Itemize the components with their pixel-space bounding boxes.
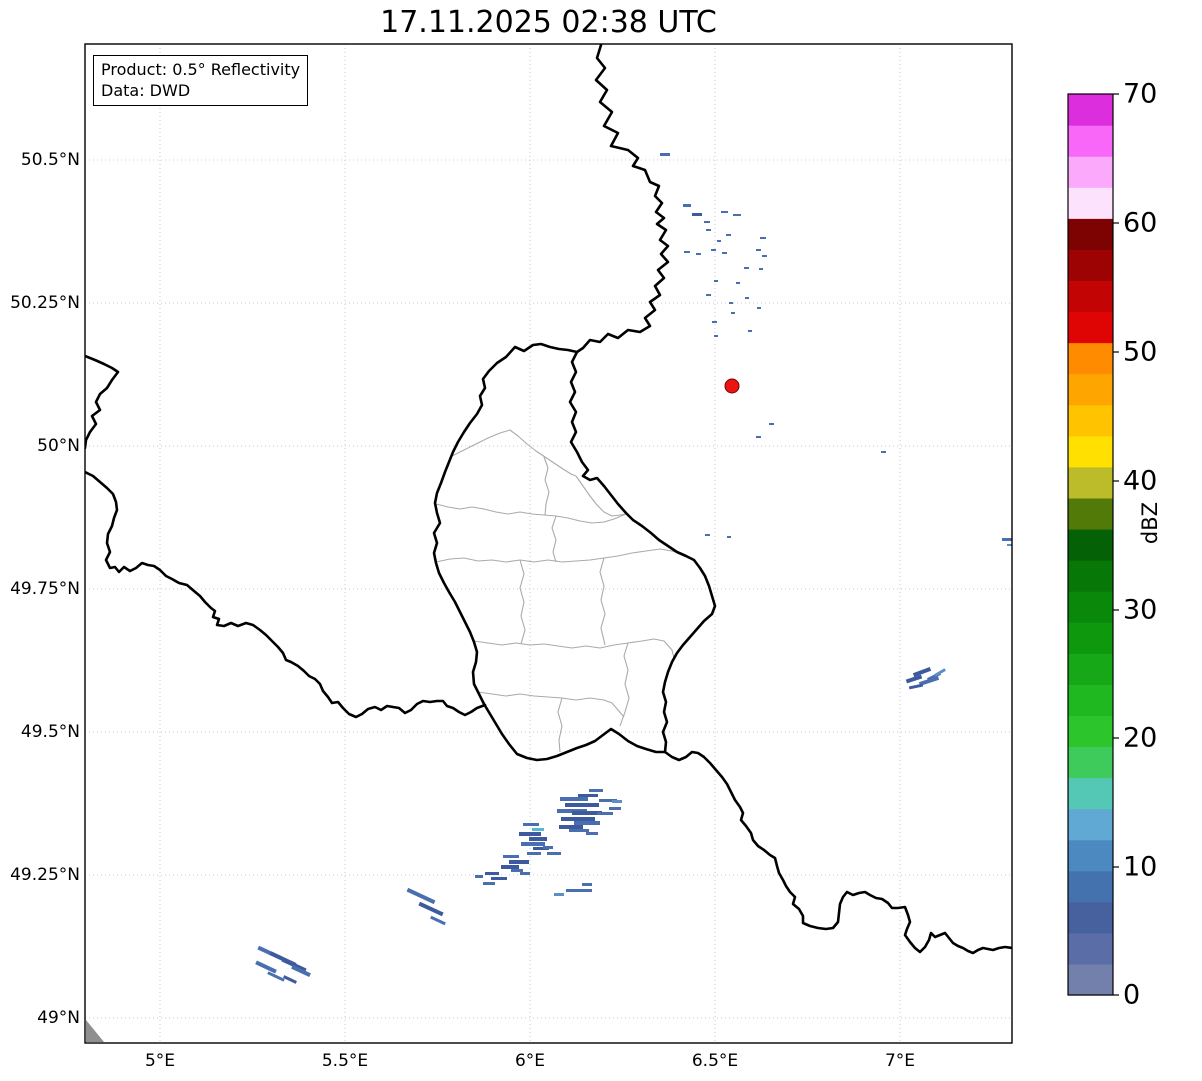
lat-tick-label: 50°N	[37, 436, 80, 456]
lon-tick-label: 6°E	[514, 1051, 546, 1071]
colorbar-segment	[1068, 311, 1113, 344]
lon-tick-label: 7°E	[884, 1051, 916, 1071]
lat-tick-label: 49.75°N	[10, 579, 80, 599]
colorbar-tick-label: 50	[1123, 336, 1158, 368]
colorbar-segment	[1068, 777, 1113, 810]
colorbar-segment	[1068, 156, 1113, 188]
colorbar-segment	[1068, 715, 1113, 748]
annotation-source: Data: DWD	[101, 81, 191, 100]
map-panel: Product: 0.5° Reflectivity Data: DWD	[85, 44, 1012, 1043]
colorbar-axis-label: dBZ	[1138, 501, 1162, 545]
colorbar-segment	[1068, 963, 1113, 996]
colorbar-tick-label: 30	[1123, 594, 1158, 626]
colorbar-segment	[1068, 591, 1113, 623]
colorbar-segment	[1068, 342, 1113, 375]
colorbar-tick-label: 0	[1123, 979, 1141, 1011]
lon-tick-label: 5°E	[144, 1051, 176, 1071]
colorbar-segment	[1068, 218, 1113, 250]
colorbar-segment	[1068, 528, 1113, 561]
lat-tick-label: 49.5°N	[20, 722, 80, 742]
colorbar-segment	[1068, 684, 1113, 716]
colorbar-segment	[1068, 404, 1113, 437]
colorbar-segment	[1068, 466, 1113, 499]
lon-tick-label: 5.5°E	[321, 1051, 369, 1071]
colorbar-segment	[1068, 125, 1113, 157]
colorbar-segment	[1068, 808, 1113, 841]
lat-tick-label: 49°N	[37, 1008, 80, 1028]
colorbar-tick-label: 10	[1123, 851, 1158, 883]
colorbar-tick-label: 60	[1123, 207, 1158, 239]
colorbar-segment	[1068, 94, 1113, 126]
colorbar-segment	[1068, 653, 1113, 685]
colorbar-segment	[1068, 746, 1113, 779]
colorbar-segment	[1068, 280, 1113, 313]
colorbar-segment	[1068, 622, 1113, 654]
lon-tick-label: 6.5°E	[691, 1051, 739, 1071]
colorbar-tick-label: 20	[1123, 722, 1158, 754]
colorbar-segment	[1068, 560, 1113, 592]
colorbar-segment	[1068, 870, 1113, 903]
colorbar-segment	[1068, 435, 1113, 468]
lat-tick-label: 50.5°N	[20, 150, 80, 170]
colorbar-tick-label: 70	[1123, 78, 1158, 110]
lat-tick-label: 49.25°N	[10, 865, 80, 885]
annotation-product: Product: 0.5° Reflectivity	[101, 60, 301, 79]
radar-figure: 17.11.2025 02:38 UTC Product: 0.5° Refle…	[0, 0, 1202, 1081]
colorbar-segment	[1068, 839, 1113, 872]
colorbar-segment	[1068, 497, 1113, 530]
colorbar-segment	[1068, 187, 1113, 219]
annotation-box: Product: 0.5° Reflectivity Data: DWD	[93, 55, 309, 106]
colorbar-segment	[1068, 373, 1113, 406]
colorbar-tick-label: 40	[1123, 465, 1158, 497]
colorbar-segment	[1068, 932, 1113, 965]
colorbar-segment	[1068, 901, 1113, 934]
colorbar-segment	[1068, 249, 1113, 282]
lat-tick-label: 50.25°N	[10, 293, 80, 313]
